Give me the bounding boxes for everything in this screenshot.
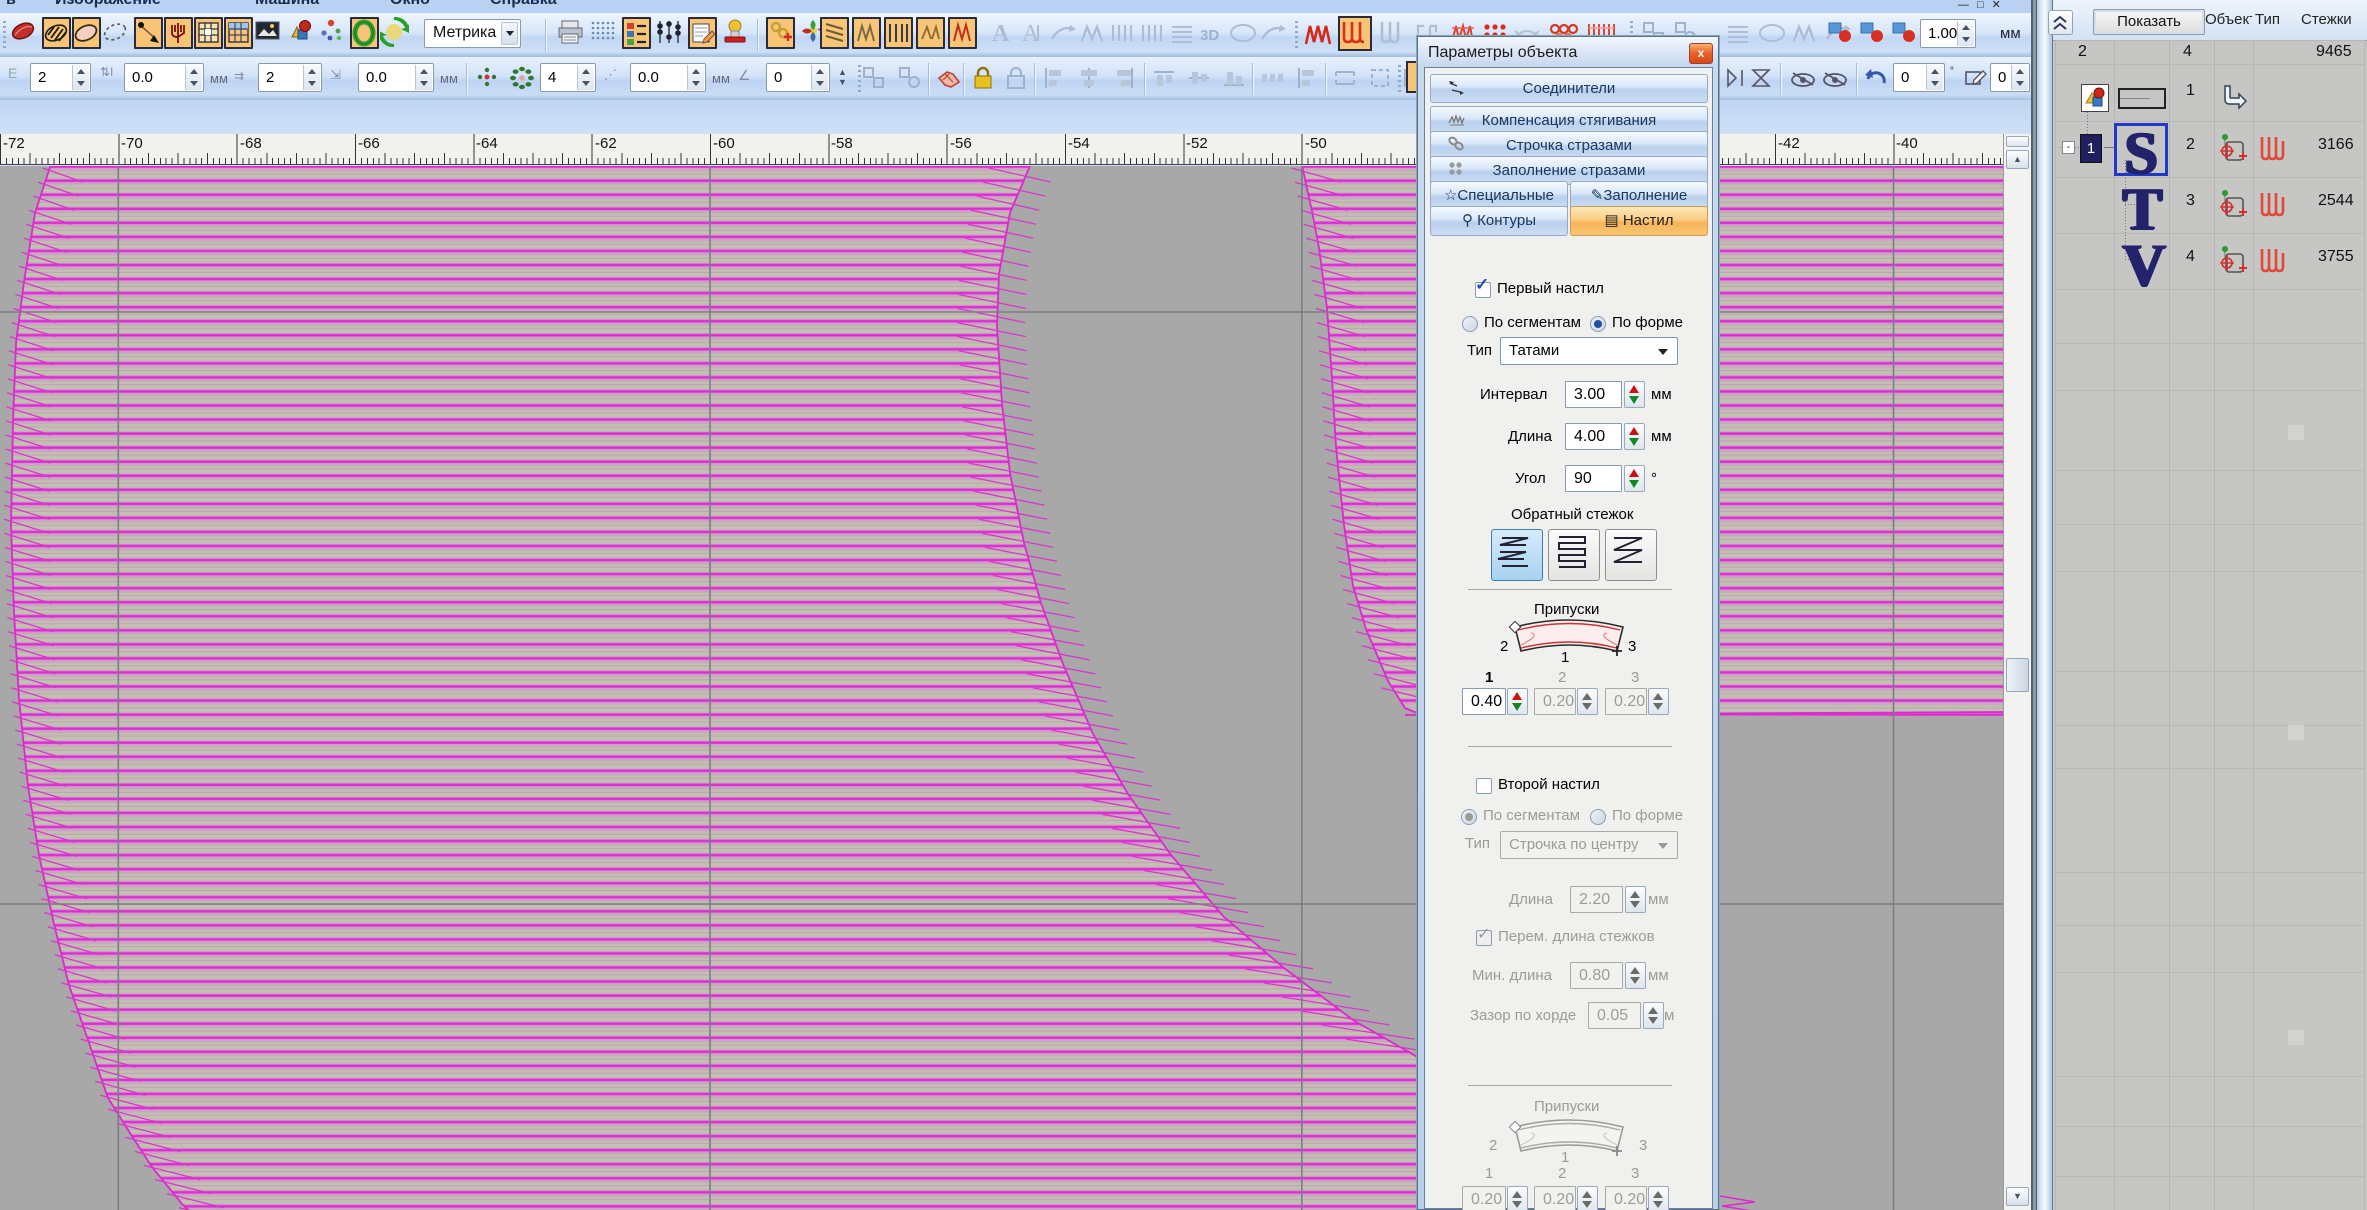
svg-text:3D: 3D bbox=[1200, 27, 1219, 44]
svg-text:A: A bbox=[992, 21, 1010, 47]
